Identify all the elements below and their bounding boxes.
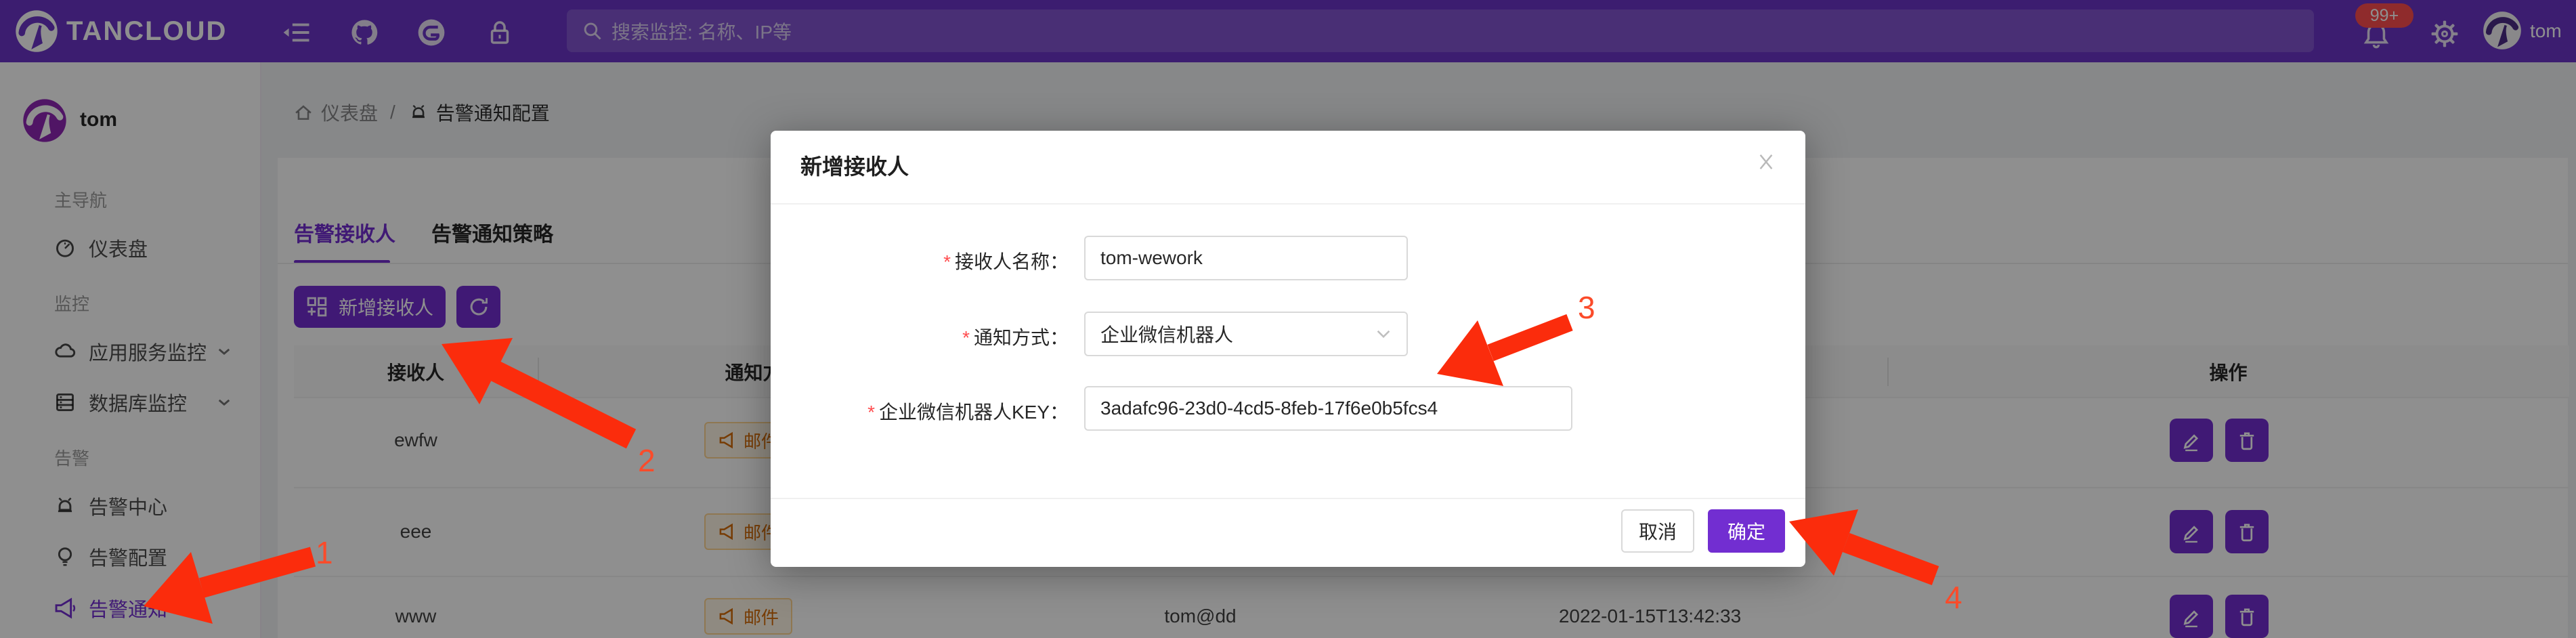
receiver-name-input[interactable] [1084,236,1408,280]
wework-key-input[interactable] [1084,386,1572,431]
cancel-button[interactable]: 取消 [1621,509,1694,553]
add-receiver-modal: 新增接收人 *接收人名称： *通知方式： 企业微信机器人 *企业微信机器人KEY… [771,131,1805,567]
select-value: 企业微信机器人 [1100,320,1233,347]
chevron-down-icon [1374,324,1393,343]
close-icon[interactable] [1751,147,1781,177]
modal-title: 新增接收人 [800,150,909,181]
field-label-name: *接收人名称： [798,247,1069,274]
confirm-button[interactable]: 确定 [1708,509,1785,553]
notice-method-select[interactable]: 企业微信机器人 [1084,312,1408,356]
field-label-method: *通知方式： [798,323,1069,350]
field-label-wework-key: *企业微信机器人KEY： [798,398,1069,425]
modal-header-divider [771,203,1805,205]
modal-footer-divider [771,498,1805,499]
